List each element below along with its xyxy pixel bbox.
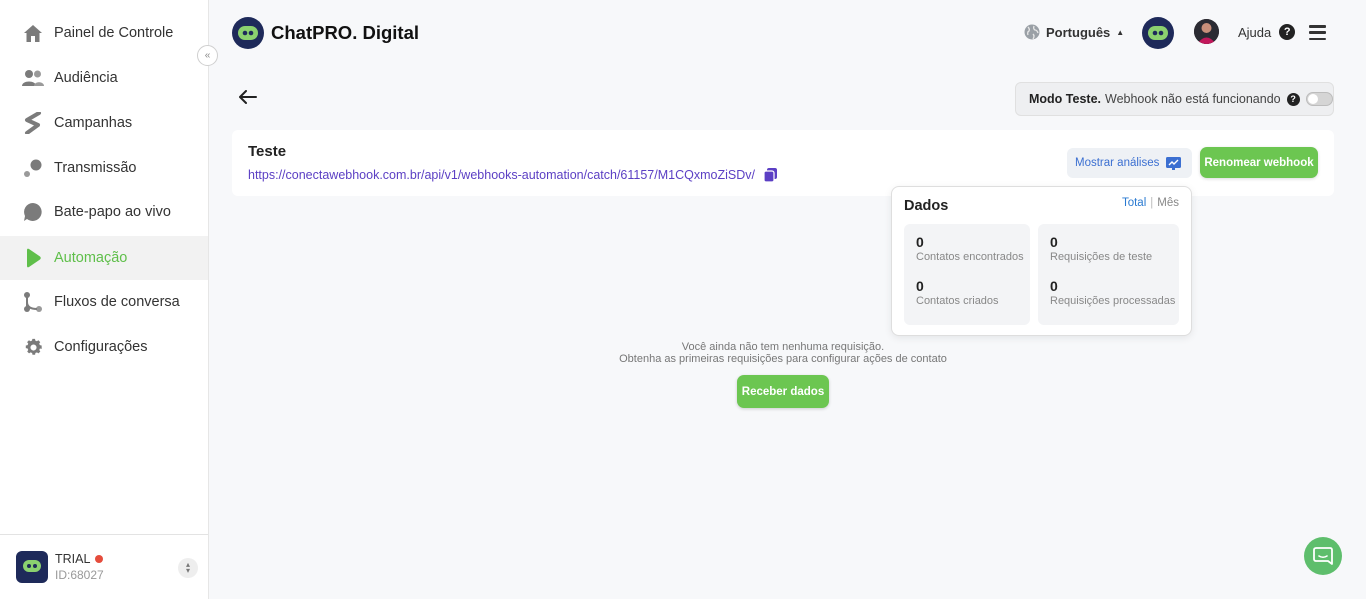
- gear-icon: [22, 336, 44, 358]
- tab-month[interactable]: Mês: [1157, 197, 1179, 209]
- chat-icon: [22, 201, 44, 223]
- show-analyses-label: Mostrar análises: [1075, 157, 1160, 169]
- sidebar-item-label: Automação: [54, 250, 128, 266]
- chevron-up-down-icon[interactable]: ▴ ▾: [178, 558, 198, 578]
- question-icon: ?: [1279, 24, 1296, 40]
- show-analyses-button[interactable]: Mostrar análises: [1067, 148, 1192, 178]
- stat-test-requests: 0 Requisições de teste: [1050, 234, 1152, 263]
- tab-total[interactable]: Total: [1122, 197, 1146, 209]
- stat-label: Requisições de teste: [1050, 251, 1153, 263]
- bot-avatar[interactable]: [1142, 17, 1174, 49]
- copy-icon[interactable]: [763, 167, 778, 183]
- sidebar-item-painel[interactable]: Painel de Controle: [0, 11, 208, 55]
- webhook-title: Teste: [248, 143, 287, 160]
- sidebar-item-automacao[interactable]: Automação: [0, 236, 208, 280]
- brand-name: ChatPRO. Digital: [271, 22, 420, 43]
- sidebar-item-audiencia[interactable]: Audiência: [0, 56, 208, 100]
- globe-icon: [1024, 24, 1040, 40]
- test-mode-title: Modo Teste.: [1029, 92, 1101, 106]
- dados-title: Dados: [904, 198, 949, 214]
- play-icon: [22, 247, 44, 269]
- empty-state-line1: Você ainda não tem nenhuma requisição.: [681, 341, 885, 353]
- sidebar-item-campanhas[interactable]: Campanhas: [0, 101, 208, 145]
- plan-label: TRIAL: [55, 552, 91, 566]
- language-label: Português: [1046, 24, 1111, 40]
- sidebar-item-label: Painel de Controle: [54, 25, 174, 41]
- back-arrow-icon[interactable]: [239, 88, 259, 108]
- language-selector[interactable]: Português ▲: [1024, 24, 1124, 40]
- stat-processed-requests: 0 Requisições processadas: [1050, 278, 1175, 307]
- receive-data-button[interactable]: Receber dados: [737, 375, 829, 408]
- sidebar-item-bate-papo[interactable]: Bate-papo ao vivo: [0, 190, 208, 234]
- stat-label: Requisições processadas: [1050, 295, 1176, 307]
- sidebar-item-label: Transmissão: [54, 160, 137, 176]
- broadcast-icon: [22, 157, 44, 179]
- help-link[interactable]: Ajuda ?: [1238, 24, 1296, 40]
- rename-webhook-button[interactable]: Renomear webhook: [1200, 147, 1318, 178]
- sidebar-item-label: Audiência: [54, 70, 118, 86]
- requests-stats-box: 0 Requisições de teste 0 Requisições pro…: [1038, 224, 1179, 325]
- support-chat-icon[interactable]: [1304, 537, 1342, 575]
- dados-panel: Dados Total | Mês 0 Contatos encontrados 0…: [891, 186, 1192, 336]
- campaign-icon: [22, 112, 44, 134]
- test-mode-toggle[interactable]: [1305, 92, 1333, 106]
- stat-value: 0: [1050, 234, 1058, 250]
- chatpro-logo: [232, 17, 264, 49]
- brand: ChatPRO. Digital: [232, 17, 419, 49]
- stat-contacts-created: 0 Contatos criados: [916, 278, 999, 307]
- webhook-url[interactable]: https://conectawebhook.com.br/api/v1/web…: [248, 168, 755, 182]
- question-icon[interactable]: ?: [1286, 92, 1300, 106]
- stat-value: 0: [916, 234, 924, 250]
- account-id: ID:68027: [55, 568, 104, 582]
- account-switcher[interactable]: TRIAL ID:68027 ▴ ▾: [0, 534, 208, 599]
- home-icon: [22, 22, 44, 44]
- sidebar: Painel de Controle Audiência Campanhas T…: [0, 0, 209, 599]
- stat-value: 0: [1050, 278, 1058, 294]
- stat-label: Contatos encontrados: [916, 251, 1024, 263]
- sidebar-item-label: Fluxos de conversa: [54, 294, 180, 310]
- hamburger-menu-icon[interactable]: [1309, 25, 1326, 40]
- contacts-stats-box: 0 Contatos encontrados 0 Contatos criado…: [904, 224, 1030, 325]
- test-mode-bar: Modo Teste. Webhook não está funcionando…: [1015, 82, 1334, 116]
- empty-state: Você ainda não tem nenhuma requisição. O…: [583, 341, 983, 365]
- empty-state-line2: Obtenha as primeiras requisições para co…: [619, 353, 947, 365]
- stat-contacts-found: 0 Contatos encontrados: [916, 234, 1024, 263]
- sidebar-item-label: Configurações: [54, 339, 148, 355]
- stat-value: 0: [916, 278, 924, 294]
- sidebar-item-configuracoes[interactable]: Configurações: [0, 325, 208, 369]
- dados-tabs: Total | Mês: [1121, 197, 1179, 209]
- flow-icon: [22, 291, 44, 313]
- people-icon: [22, 67, 44, 89]
- user-avatar[interactable]: [1194, 19, 1219, 44]
- stat-label: Contatos criados: [916, 295, 999, 307]
- chart-icon: [1166, 156, 1182, 170]
- sidebar-item-transmissao[interactable]: Transmissão: [0, 146, 208, 190]
- sidebar-item-label: Bate-papo ao vivo: [54, 204, 171, 220]
- help-label: Ajuda: [1238, 24, 1272, 40]
- sidebar-item-fluxos[interactable]: Fluxos de conversa: [0, 280, 208, 324]
- collapse-sidebar-button[interactable]: «: [197, 45, 218, 66]
- chatpro-logo: [16, 551, 48, 583]
- sidebar-item-label: Campanhas: [54, 115, 133, 131]
- status-dot: [95, 555, 104, 563]
- test-mode-text: Webhook não está funcionando: [1105, 92, 1281, 106]
- caret-up-icon: ▲: [1116, 27, 1125, 37]
